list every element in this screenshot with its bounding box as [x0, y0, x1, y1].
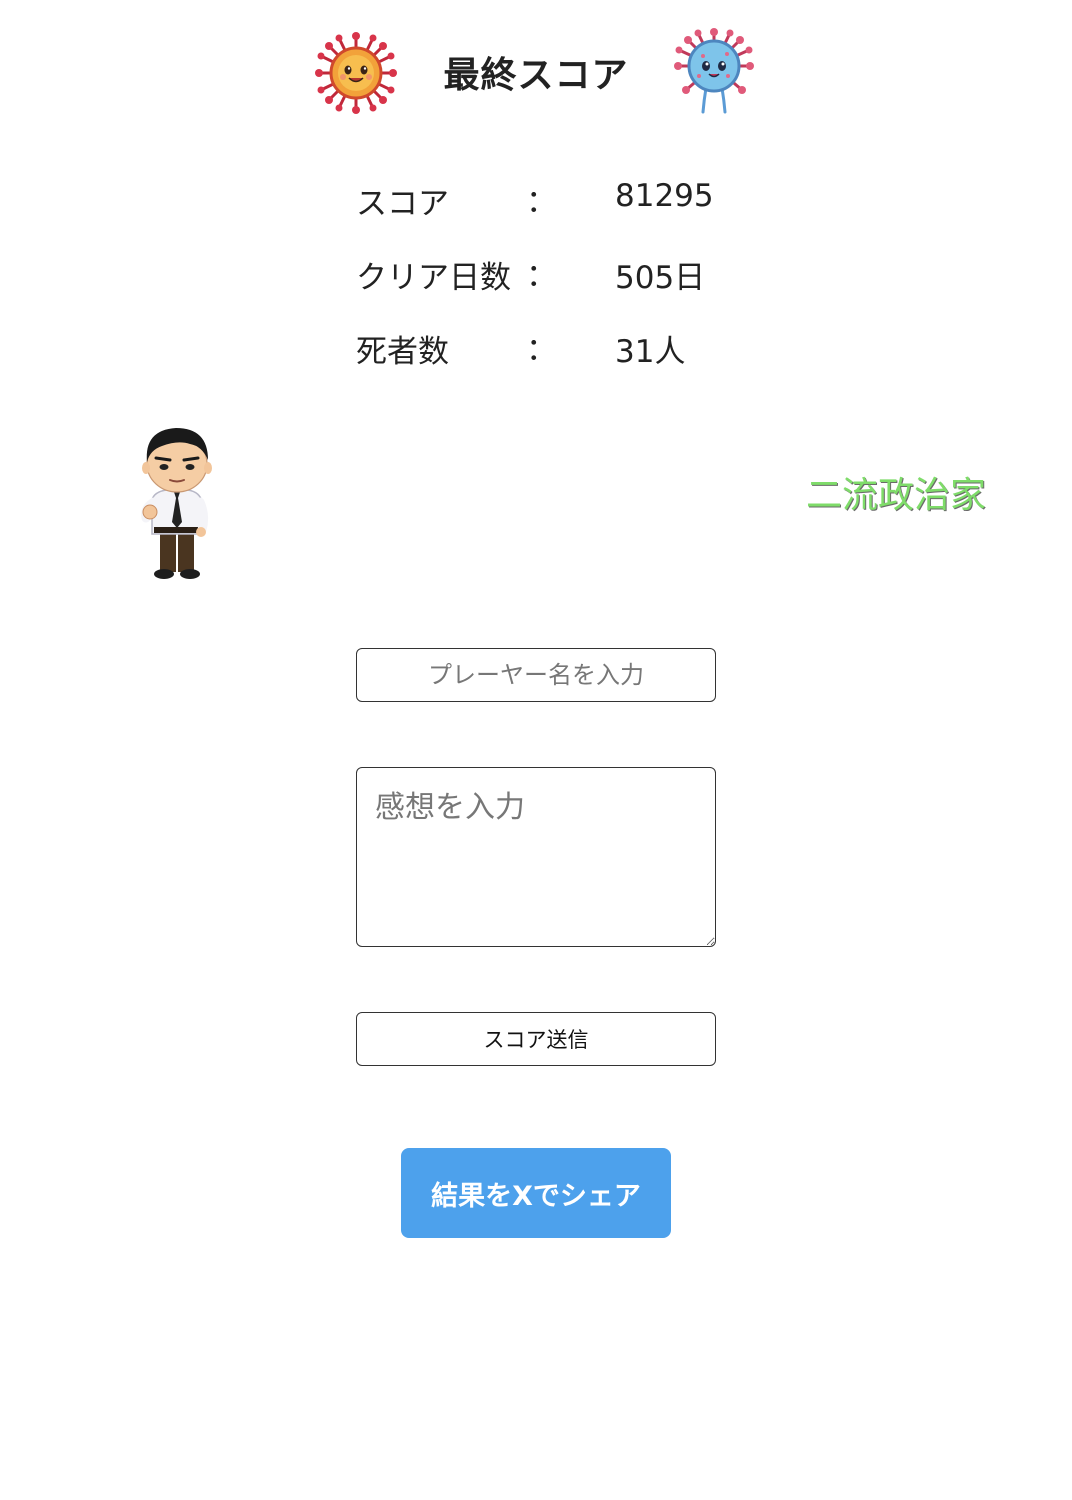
- stat-label: 死者数: [356, 334, 449, 370]
- stat-row-score: スコア ： 81295: [356, 170, 776, 244]
- rank-title: 二流政治家: [805, 475, 986, 516]
- stat-label: クリア日数: [356, 260, 511, 296]
- submit-score-button[interactable]: スコア送信: [356, 1012, 716, 1066]
- header: 最終スコア: [0, 24, 1072, 120]
- stat-separator: ：: [526, 258, 557, 294]
- stat-value: 505日: [615, 260, 706, 296]
- stat-value: 31人: [615, 334, 686, 370]
- stat-row-clear-days: クリア日数 ： 505日: [356, 244, 776, 318]
- score-summary: スコア ： 81295 クリア日数 ： 505日 死者数 ： 31人: [356, 170, 776, 392]
- politician-character-icon: [141, 428, 212, 579]
- stat-separator: ：: [526, 332, 557, 368]
- share-on-x-button[interactable]: 結果をXでシェア: [401, 1148, 671, 1238]
- stat-value: 81295: [615, 178, 714, 214]
- page-title: 最終スコア: [443, 55, 629, 96]
- stat-label: スコア: [356, 186, 449, 222]
- comment-textarea[interactable]: [356, 767, 716, 947]
- orange-virus-mascot-icon: [315, 32, 397, 114]
- player-name-input[interactable]: [356, 648, 716, 702]
- blue-virus-mascot-icon: [674, 28, 754, 114]
- stat-separator: ：: [526, 184, 557, 220]
- stat-row-deaths: 死者数 ： 31人: [356, 318, 776, 392]
